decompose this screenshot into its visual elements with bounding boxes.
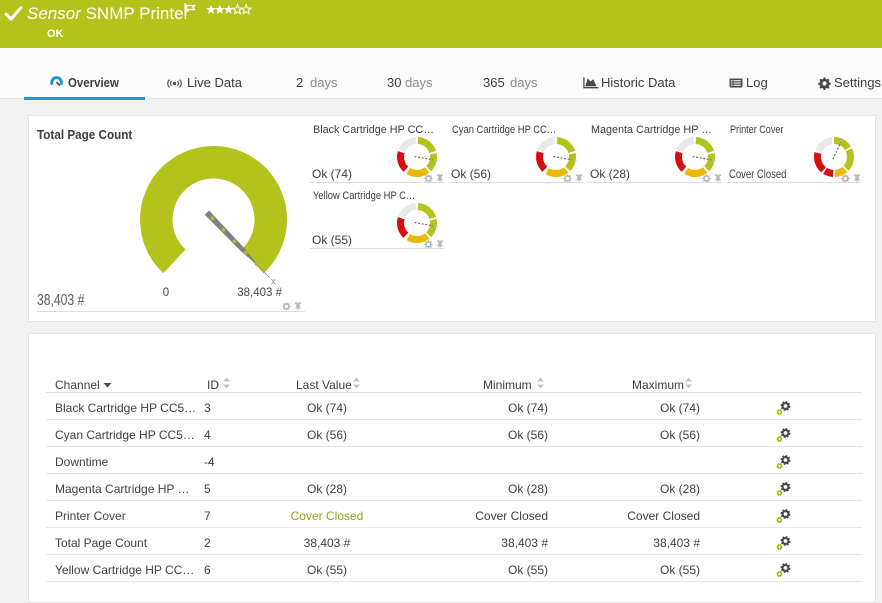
svg-text:x: x bbox=[271, 277, 276, 288]
